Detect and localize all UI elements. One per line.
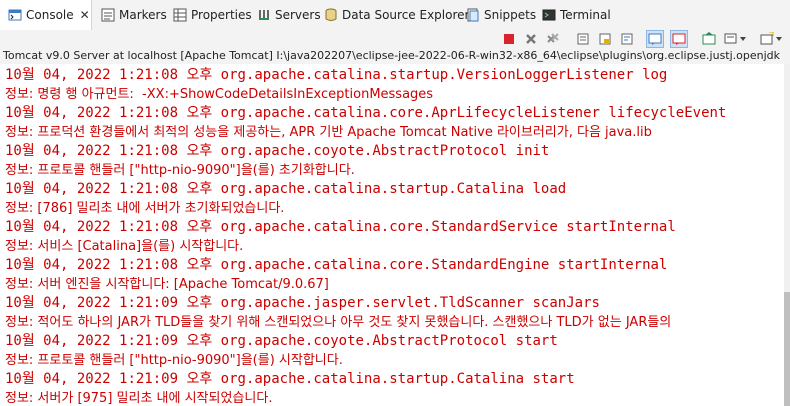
log-line: 10월 04, 2022 1:21:08 오후 org.apache.catal… [5, 181, 567, 197]
scroll-lock-icon [599, 33, 611, 45]
tab-label: Properties [191, 8, 252, 22]
tab-label: Servers [275, 8, 321, 22]
show-on-stderr-icon [672, 33, 686, 45]
remove-all-terminated-icon [547, 33, 559, 43]
word-wrap-button[interactable] [618, 30, 636, 48]
servers-icon [259, 10, 269, 20]
data-source-explorer-icon [325, 8, 337, 21]
log-line: 정보: 서비스 [Catalina]을(를) 시작합니다. [5, 239, 244, 254]
terminate-button[interactable] [500, 30, 518, 48]
clear-console-button[interactable] [574, 30, 592, 48]
console-toolbar [0, 30, 790, 48]
log-line: 정보: 프로덕션 환경들에서 최적의 성능을 제공하는, APR 기반 Apac… [5, 125, 652, 140]
log-line: 정보: 적어도 하나의 JAR가 TLD들을 찾기 위해 스캔되었으나 아무 것… [5, 315, 672, 330]
clear-console-icon [577, 33, 589, 45]
terminal-icon [542, 9, 556, 21]
open-console-icon [760, 32, 774, 45]
open-console-dropdown[interactable] [774, 30, 784, 48]
show-on-stdout-button[interactable] [646, 30, 664, 48]
log-line: 10월 04, 2022 1:21:08 오후 org.apache.catal… [5, 219, 676, 235]
log-line: 10월 04, 2022 1:21:08 오후 org.apache.catal… [5, 257, 668, 273]
scrollbar-thumb[interactable] [784, 292, 790, 406]
show-on-stdout-icon [648, 33, 662, 45]
properties-icon [173, 8, 187, 22]
log-line: 10월 04, 2022 1:21:09 오후 org.apache.coyot… [5, 333, 558, 349]
markers-icon [101, 8, 115, 22]
console-icon [8, 9, 22, 21]
process-label: Tomcat v9.0 Server at localhost [Apache … [0, 48, 790, 64]
close-icon[interactable]: ✕ [80, 8, 90, 22]
tab-data-source-explorer[interactable]: Data Source Explorer [324, 0, 469, 30]
chevron-down-icon [740, 37, 746, 41]
snippets-icon [467, 8, 479, 22]
show-on-stderr-button[interactable] [670, 30, 688, 48]
log-line: 10월 04, 2022 1:21:08 오후 org.apache.catal… [5, 67, 668, 83]
view-tab-bar: Console ✕ Markers Properties Servers Dat… [0, 0, 790, 31]
scroll-lock-button[interactable] [596, 30, 614, 48]
log-line: 10월 04, 2022 1:21:09 오후 org.apache.jaspe… [5, 295, 600, 311]
log-line: 정보: 명령 행 아규먼트: -XX:+ShowCodeDetailsInExc… [5, 87, 434, 102]
tab-markers[interactable]: Markers [101, 0, 167, 30]
console-output[interactable]: 10월 04, 2022 1:21:08 오후 org.apache.catal… [0, 64, 784, 406]
chevron-down-icon [776, 37, 782, 41]
tab-label: Terminal [560, 8, 611, 22]
display-console-dropdown[interactable] [738, 30, 748, 48]
tab-label: Markers [119, 8, 167, 22]
log-line: 정보: [786] 밀리초 내에 서버가 초기화되었습니다. [5, 201, 285, 216]
tab-label: Data Source Explorer [342, 8, 470, 22]
tab-terminal[interactable]: Terminal [542, 0, 611, 30]
log-line: 10월 04, 2022 1:21:08 오후 org.apache.catal… [5, 105, 727, 121]
remove-all-terminated-button[interactable] [544, 30, 562, 48]
log-line: 정보: 서버 엔진을 시작합니다: [Apache Tomcat/9.0.67] [5, 277, 329, 292]
log-line: 정보: 프로토콜 핸들러 ["http-nio-9090"]을(를) 초기화합니… [5, 163, 355, 178]
vertical-scrollbar[interactable] [784, 64, 790, 406]
log-line: 10월 04, 2022 1:21:09 오후 org.apache.catal… [5, 371, 575, 387]
tab-console[interactable]: Console ✕ [0, 0, 92, 30]
pin-console-button[interactable] [700, 30, 718, 48]
tab-servers[interactable]: Servers [257, 0, 321, 30]
tab-label: Snippets [484, 8, 537, 22]
log-line: 10월 04, 2022 1:21:08 오후 org.apache.coyot… [5, 143, 550, 159]
log-line: 정보: 프로토콜 핸들러 ["http-nio-9090"]을(를) 시작합니다… [5, 353, 343, 368]
word-wrap-icon [621, 33, 633, 45]
tab-properties[interactable]: Properties [173, 0, 252, 30]
display-selected-console-icon [724, 33, 737, 44]
log-line: 정보: 서버가 [975] 밀리초 내에 시작되었습니다. [5, 391, 273, 406]
tab-label: Console [26, 8, 74, 22]
remove-launch-button[interactable] [522, 30, 540, 48]
tab-snippets[interactable]: Snippets [466, 0, 536, 30]
terminate-icon [504, 34, 514, 44]
pin-console-icon [702, 32, 716, 45]
remove-launch-icon [526, 34, 536, 44]
